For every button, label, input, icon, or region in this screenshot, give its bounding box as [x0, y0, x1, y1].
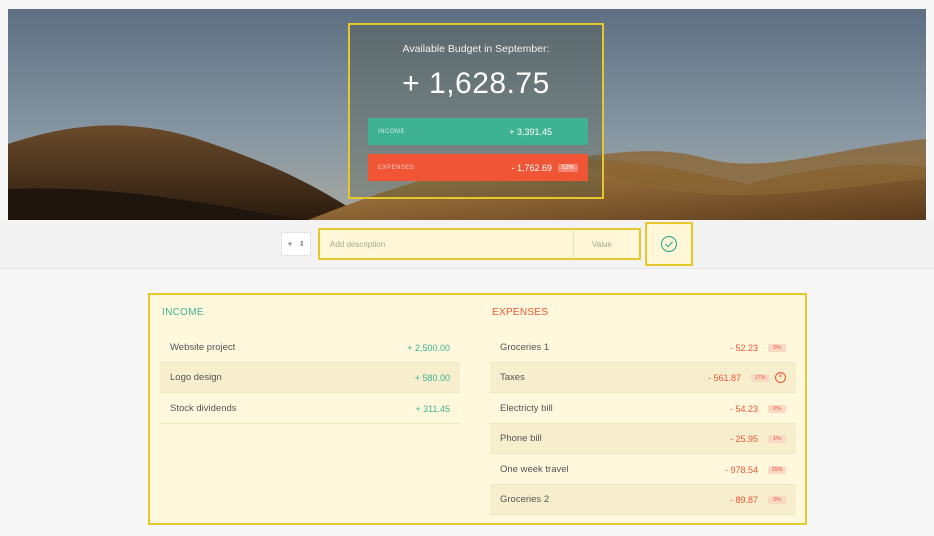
- item-description: Website project: [170, 342, 236, 353]
- item-percentage: 3%: [768, 495, 786, 504]
- expense-item[interactable]: Groceries 2 - 89.87 3%: [490, 485, 796, 515]
- item-description: Phone bill: [500, 433, 542, 444]
- item-percentage: 2%: [768, 404, 786, 413]
- item-value: - 25.95: [729, 433, 758, 444]
- item-description: One week travel: [500, 464, 569, 475]
- item-percentage: 2%: [768, 343, 786, 352]
- item-value: + 311.45: [415, 403, 450, 414]
- item-description: Stock dividends: [170, 403, 237, 414]
- type-select[interactable]: + ⇕: [281, 232, 311, 256]
- item-value: - 54.23: [729, 403, 758, 414]
- item-description: Logo design: [170, 372, 222, 383]
- expenses-summary-label: EXPENSES: [378, 164, 415, 171]
- income-summary-value: + 3,391.45: [509, 126, 552, 137]
- item-description: Taxes: [500, 372, 525, 383]
- add-submit-button[interactable]: [645, 222, 693, 266]
- type-symbol: +: [287, 239, 293, 249]
- transactions-container: INCOME Website project + 2,500.00 Logo d…: [148, 293, 807, 525]
- expense-item[interactable]: Electricty bill - 54.23 2%: [490, 394, 796, 424]
- available-budget-value: + 1,628.75: [402, 67, 550, 100]
- delete-item-button[interactable]: ×: [775, 372, 786, 383]
- expense-item[interactable]: Phone bill - 25.95 1%: [490, 424, 796, 454]
- budget-summary-panel: Available Budget in September: + 1,628.7…: [348, 23, 604, 199]
- income-item[interactable]: Website project + 2,500.00: [160, 333, 460, 363]
- expenses-summary-percentage: 52%: [557, 163, 578, 172]
- budget-title: Available Budget in September:: [402, 43, 550, 55]
- item-percentage: 17%: [751, 373, 769, 382]
- item-value: - 561.87: [707, 372, 741, 383]
- item-percentage: 1%: [768, 434, 786, 443]
- income-summary-label: INCOME: [378, 128, 405, 135]
- item-description: Electricty bill: [500, 403, 553, 414]
- item-percentage: 29%: [768, 465, 786, 474]
- item-description: Groceries 1: [500, 342, 550, 353]
- expenses-summary-value: - 1,762.69: [511, 162, 552, 173]
- value-input[interactable]: [576, 230, 639, 258]
- select-arrows-icon: ⇕: [298, 241, 305, 248]
- item-value: - 89.87: [729, 494, 758, 505]
- item-value: + 2,500.00: [407, 342, 450, 353]
- expenses-summary-bar: EXPENSES - 1,762.69 52%: [368, 154, 588, 181]
- description-input[interactable]: [320, 230, 574, 258]
- income-item[interactable]: Stock dividends + 311.45: [160, 394, 460, 424]
- expenses-title: EXPENSES: [492, 307, 549, 318]
- item-value: + 580.00: [414, 372, 450, 383]
- income-title: INCOME: [162, 307, 204, 318]
- item-description: Groceries 2: [500, 494, 550, 505]
- item-value: - 52.23: [729, 342, 758, 353]
- add-input-group: [318, 228, 641, 260]
- check-circle-icon: [660, 235, 678, 253]
- item-value: - 978.54: [724, 464, 758, 475]
- income-summary-bar: INCOME + 3,391.45: [368, 118, 588, 145]
- income-item[interactable]: Logo design + 580.00: [160, 363, 460, 393]
- expense-item[interactable]: One week travel - 978.54 29%: [490, 455, 796, 485]
- expense-item[interactable]: Groceries 1 - 52.23 2%: [490, 333, 796, 363]
- expense-item[interactable]: Taxes - 561.87 17% ×: [490, 363, 796, 393]
